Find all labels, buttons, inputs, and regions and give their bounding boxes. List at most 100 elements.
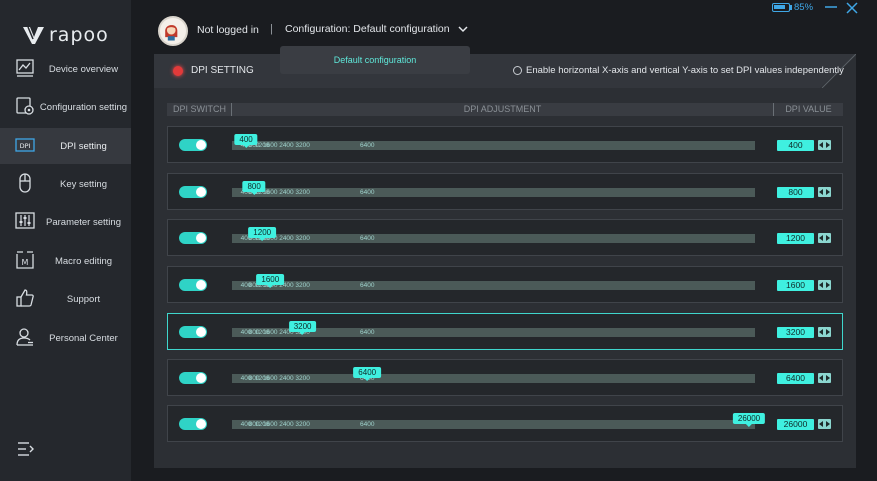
increase-arrow-icon[interactable] [825, 142, 830, 148]
battery-icon [772, 3, 790, 12]
decrease-arrow-icon[interactable] [819, 142, 824, 148]
dropdown-option-default-configuration[interactable]: Default configuration [280, 46, 470, 74]
dpi-value-input[interactable]: 3200 [777, 327, 814, 338]
dpi-settings-panel: DPI SETTING Enable horizontal X-axis and… [154, 54, 856, 468]
independent-xy-radio[interactable] [513, 66, 522, 75]
sidebar-item-configuration-setting[interactable]: Configuration setting [0, 89, 131, 125]
slider-tick-label: 6400 [359, 329, 375, 336]
dpi-row[interactable]: 4008001200160024003200640064006400 [167, 359, 843, 396]
decrease-arrow-icon[interactable] [819, 329, 824, 335]
decrease-arrow-icon[interactable] [819, 235, 824, 241]
dpi-slider-track[interactable]: 400800120016002400320064001200 [232, 227, 755, 243]
dpi-slider-handle[interactable]: 3200 [288, 321, 317, 335]
dpi-row[interactable]: 4008001200160024003200640032003200 [167, 313, 843, 350]
sidebar-item-label: Parameter setting [46, 216, 121, 228]
dpi-slider-handle[interactable]: 6400 [353, 367, 382, 381]
dpi-slider-handle[interactable]: 26000 [732, 413, 766, 427]
increase-arrow-icon[interactable] [825, 375, 830, 381]
sidebar-item-personal-center[interactable]: Personal Center [0, 320, 131, 356]
dpi-slider-track[interactable]: 400 800 1200 1600 2400 3200 6400 26000 [232, 413, 766, 429]
dpi-value-input[interactable]: 26000 [777, 419, 814, 430]
login-status[interactable]: Not logged in [197, 24, 259, 36]
dpi-slider-handle[interactable]: 1600 [256, 274, 285, 288]
toggle-knob [196, 187, 206, 197]
dpi-switch-toggle[interactable] [179, 186, 207, 198]
dpi-value-input[interactable]: 6400 [777, 373, 814, 384]
dpi-switch-toggle[interactable] [179, 326, 207, 338]
dpi-row[interactable]: 40080012001600240032006400800800 [167, 173, 843, 210]
slider-tick-label: 2400 [279, 142, 294, 149]
dpi-switch-toggle[interactable] [179, 372, 207, 384]
increase-arrow-icon[interactable] [825, 421, 830, 427]
increase-arrow-icon[interactable] [825, 189, 830, 195]
app-window: rapoo Device overview Configuration sett… [0, 0, 877, 481]
user-icon [16, 328, 33, 346]
dpi-slider-handle[interactable]: 800 [242, 181, 266, 195]
thumbs-up-icon [16, 289, 34, 307]
minimize-icon[interactable] [824, 2, 838, 12]
battery-percent: 85% [794, 2, 814, 13]
slider-tick-label: 6400 [359, 142, 375, 149]
dpi-slider-track[interactable]: 40080012001600240032006400400 [232, 134, 755, 150]
sidebar: rapoo Device overview Configuration sett… [0, 0, 131, 481]
dpi-row[interactable]: 40080012001600240032006400400400 [167, 126, 843, 163]
configuration-select[interactable]: Configuration: Default configuration [285, 23, 468, 35]
sidebar-item-label: Device overview [48, 63, 119, 75]
sidebar-item-dpi-setting[interactable]: DPI DPI setting [0, 128, 131, 164]
logo-text: rapoo [49, 24, 109, 46]
dpi-stepper [818, 419, 831, 429]
slider-tick-label: 2400 [279, 375, 294, 382]
sidebar-item-device-overview[interactable]: Device overview [0, 51, 131, 87]
dpi-slider-track[interactable]: 400800120016002400320064006400 [232, 367, 755, 383]
dpi-slider-handle[interactable]: 1200 [248, 227, 277, 241]
column-header-adjustment: DPI ADJUSTMENT [231, 103, 773, 116]
config-icon [16, 97, 34, 115]
sidebar-item-label: Personal Center [49, 332, 118, 344]
dpi-row[interactable]: 4008001200160024003200640016001600 [167, 266, 843, 303]
dpi-row[interactable]: 400 800 1200 1600 2400 3200 6400 26000 26000 [167, 405, 843, 442]
increase-arrow-icon[interactable] [825, 235, 830, 241]
dpi-stepper [818, 187, 831, 197]
rapoo-logo: rapoo [22, 24, 109, 46]
decrease-arrow-icon[interactable] [819, 375, 824, 381]
panel-title: DPI SETTING [191, 65, 254, 76]
dpi-switch-toggle[interactable] [179, 279, 207, 291]
toggle-knob [196, 233, 206, 243]
sidebar-item-key-setting[interactable]: Key setting [0, 166, 131, 202]
toggle-knob [196, 140, 206, 150]
dpi-value-input[interactable]: 800 [777, 187, 814, 198]
close-icon[interactable] [845, 1, 859, 15]
decrease-arrow-icon[interactable] [819, 421, 824, 427]
dpi-slider-track[interactable]: 400800120016002400320064001600 [232, 274, 755, 290]
slider-tick-label: 2400 [279, 189, 294, 196]
decrease-arrow-icon[interactable] [819, 189, 824, 195]
dpi-slider-track[interactable]: 40080012001600240032006400800 [232, 181, 755, 197]
sidebar-item-support[interactable]: Support [0, 281, 131, 317]
slider-tick-label: 2400 [279, 235, 294, 242]
slider-tick-label: 3200 [295, 235, 310, 242]
sidebar-item-macro-editing[interactable]: M Macro editing [0, 243, 131, 279]
dpi-value-input[interactable]: 1600 [777, 280, 814, 291]
dpi-slider-handle[interactable]: 400 [234, 134, 258, 148]
independent-xy-label[interactable]: Enable horizontal X-axis and vertical Y-… [526, 65, 844, 76]
avatar[interactable] [158, 16, 188, 46]
increase-arrow-icon[interactable] [825, 329, 830, 335]
sidebar-item-parameter-setting[interactable]: Parameter setting [0, 204, 131, 240]
collapse-menu-icon[interactable] [17, 441, 35, 457]
chevron-down-icon [458, 26, 468, 33]
dpi-row[interactable]: 4008001200160024003200640012001200 [167, 219, 843, 256]
dpi-value-input[interactable]: 400 [777, 140, 814, 151]
slider-tick-label: 3200 [295, 142, 310, 149]
dpi-slider-track[interactable]: 400800120016002400320064003200 [232, 321, 755, 337]
sidebar-item-label: Macro editing [54, 255, 113, 267]
dpi-switch-toggle[interactable] [179, 418, 207, 430]
decrease-arrow-icon[interactable] [819, 282, 824, 288]
header-separator: | [270, 23, 273, 35]
rapoo-logo-mark [23, 26, 44, 44]
column-header-value: DPI VALUE [773, 103, 843, 116]
toggle-knob [196, 327, 206, 337]
increase-arrow-icon[interactable] [825, 282, 830, 288]
dpi-switch-toggle[interactable] [179, 139, 207, 151]
dpi-switch-toggle[interactable] [179, 232, 207, 244]
dpi-value-input[interactable]: 1200 [777, 233, 814, 244]
